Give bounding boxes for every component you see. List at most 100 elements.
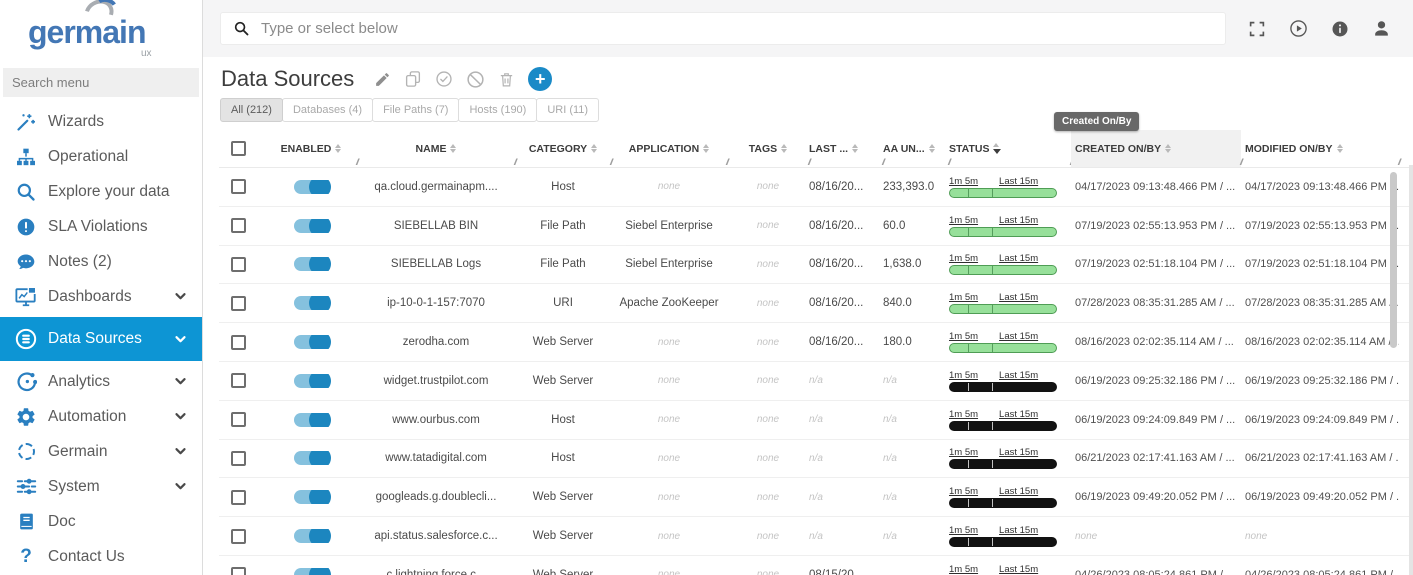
column-header-enabled[interactable]: ENABLED// (265, 130, 357, 167)
status-sparkline[interactable]: 1m 5m Last 15m (949, 409, 1057, 431)
column-resize-handle[interactable]: // (1398, 157, 1399, 167)
sidebar-item-data-sources[interactable]: Data Sources (0, 317, 202, 361)
vertical-scrollbar[interactable] (1390, 172, 1397, 348)
column-header-tags[interactable]: TAGS// (727, 130, 809, 167)
sort-arrows-icon[interactable] (929, 144, 935, 154)
status-legend-right[interactable]: Last 15m (999, 331, 1038, 342)
status-sparkline[interactable]: 1m 5mLast 15m (949, 370, 1057, 392)
sidebar-item-operational[interactable]: Operational (0, 139, 202, 174)
sidebar-item-notes-2[interactable]: Notes (2) (0, 244, 202, 279)
sort-arrows-icon[interactable] (993, 143, 1001, 154)
row-checkbox[interactable] (231, 296, 246, 311)
status-sparkline[interactable]: 1m 5m Last 15m (949, 525, 1057, 547)
status-sparkline[interactable]: 1m 5mLast 15m (949, 564, 1057, 575)
sidebar-item-system[interactable]: System (0, 469, 202, 504)
status-sparkline[interactable]: 1m 5m Last 15m (949, 331, 1057, 353)
tab-databases-4[interactable]: Databases (4) (282, 98, 373, 122)
status-legend-left[interactable]: 1m 5m (949, 253, 978, 264)
copy-icon[interactable] (404, 70, 422, 88)
table-row[interactable]: SIEBELLAB LogsFile PathSiebel Enterprise… (219, 246, 1413, 285)
play-icon[interactable] (1289, 19, 1308, 38)
table-row[interactable]: zerodha.comWeb Servernonenone08/16/20...… (219, 323, 1413, 362)
table-row[interactable]: ip-10-0-1-157:7070URIApache ZooKeepernon… (219, 284, 1413, 323)
table-row[interactable]: api.status.salesforce.c...Web Servernone… (219, 517, 1413, 556)
column-header-status[interactable]: STATUS// (949, 130, 1071, 167)
sidebar-item-dashboards[interactable]: Dashboards (0, 279, 202, 314)
row-checkbox[interactable] (231, 335, 246, 350)
column-header-aa[interactable]: AA UN...// (883, 130, 949, 167)
column-header-created[interactable]: CREATED ON/BY// (1071, 130, 1241, 167)
sort-arrows-icon[interactable] (450, 144, 456, 154)
status-legend-left[interactable]: 1m 5m (949, 331, 978, 342)
sort-arrows-icon[interactable] (703, 144, 709, 154)
sidebar-item-explore-your-data[interactable]: Explore your data (0, 174, 202, 209)
sidebar-item-automation[interactable]: Automation (0, 399, 202, 434)
approve-icon[interactable] (435, 70, 453, 88)
status-legend-right[interactable]: Last 15m (999, 370, 1038, 381)
status-legend-right[interactable]: Last 15m (999, 176, 1038, 187)
status-legend-left[interactable]: 1m 5m (949, 292, 978, 303)
enabled-toggle[interactable] (294, 219, 328, 233)
column-header-last[interactable]: LAST ...// (809, 130, 883, 167)
sidebar-item-contact-us[interactable]: ?Contact Us (0, 539, 202, 574)
sidebar-item-germain[interactable]: Germain (0, 434, 202, 469)
sort-arrows-icon[interactable] (781, 144, 787, 154)
sort-arrows-icon[interactable] (335, 144, 341, 154)
status-legend-left[interactable]: 1m 5m (949, 525, 978, 536)
enabled-toggle[interactable] (294, 180, 328, 194)
row-checkbox[interactable] (231, 412, 246, 427)
enabled-toggle[interactable] (294, 568, 328, 575)
sidebar-item-doc[interactable]: Doc (0, 504, 202, 539)
table-row[interactable]: widget.trustpilot.comWeb Servernonenonen… (219, 362, 1413, 401)
select-all-checkbox[interactable] (231, 141, 246, 156)
disable-icon[interactable] (466, 70, 485, 89)
tab-all-212[interactable]: All (212) (220, 98, 283, 122)
enabled-toggle[interactable] (294, 257, 328, 271)
enabled-toggle[interactable] (294, 529, 328, 543)
info-icon[interactable] (1331, 20, 1349, 38)
column-header-category[interactable]: CATEGORY// (515, 130, 611, 167)
table-row[interactable]: googleads.g.doublecli...Web Servernoneno… (219, 478, 1413, 517)
column-header-modified[interactable]: MODIFIED ON/BY// (1241, 130, 1399, 167)
edit-icon[interactable] (374, 71, 391, 88)
status-legend-left[interactable]: 1m 5m (949, 447, 978, 458)
enabled-toggle[interactable] (294, 451, 328, 465)
row-checkbox[interactable] (231, 490, 246, 505)
status-sparkline[interactable]: 1m 5m Last 15m (949, 253, 1057, 275)
status-legend-right[interactable]: Last 15m (999, 292, 1038, 303)
row-checkbox[interactable] (231, 373, 246, 388)
row-checkbox[interactable] (231, 451, 246, 466)
table-row[interactable]: qa.cloud.germainapm....Hostnonenone08/16… (219, 168, 1413, 207)
status-sparkline[interactable]: 1m 5m Last 15m (949, 292, 1057, 314)
enabled-toggle[interactable] (294, 490, 328, 504)
status-sparkline[interactable]: 1m 5mLast 15m (949, 215, 1057, 237)
sidebar-item-analytics[interactable]: Analytics (0, 364, 202, 399)
tab-uri-11[interactable]: URI (11) (536, 98, 599, 122)
status-legend-left[interactable]: 1m 5m (949, 486, 978, 497)
enabled-toggle[interactable] (294, 413, 328, 427)
sidebar-item-sla-violations[interactable]: SLA Violations (0, 209, 202, 244)
sidebar-search-input[interactable] (3, 68, 199, 97)
global-search[interactable] (220, 12, 1226, 45)
table-row[interactable]: www.tatadigital.comHostnonenonen/an/a1m … (219, 440, 1413, 479)
row-checkbox[interactable] (231, 218, 246, 233)
status-legend-right[interactable]: Last 15m (999, 215, 1038, 226)
tab-hosts-190[interactable]: Hosts (190) (458, 98, 537, 122)
user-icon[interactable] (1372, 19, 1391, 38)
status-sparkline[interactable]: 1m 5m Last 15m (949, 447, 1057, 469)
row-checkbox[interactable] (231, 257, 246, 272)
enabled-toggle[interactable] (294, 374, 328, 388)
global-search-input[interactable] (261, 20, 1213, 37)
status-legend-right[interactable]: Last 15m (999, 253, 1038, 264)
status-sparkline[interactable]: 1m 5mLast 15m (949, 486, 1057, 508)
status-legend-right[interactable]: Last 15m (999, 525, 1038, 536)
fullscreen-icon[interactable] (1248, 20, 1266, 38)
row-checkbox[interactable] (231, 179, 246, 194)
column-header-name[interactable]: NAME// (357, 130, 515, 167)
status-legend-left[interactable]: 1m 5m (949, 409, 978, 420)
status-legend-right[interactable]: Last 15m (999, 447, 1038, 458)
delete-icon[interactable] (498, 71, 515, 88)
status-legend-left[interactable]: 1m 5m (949, 564, 978, 575)
sort-arrows-icon[interactable] (1165, 144, 1171, 154)
status-legend-right[interactable]: Last 15m (999, 409, 1038, 420)
